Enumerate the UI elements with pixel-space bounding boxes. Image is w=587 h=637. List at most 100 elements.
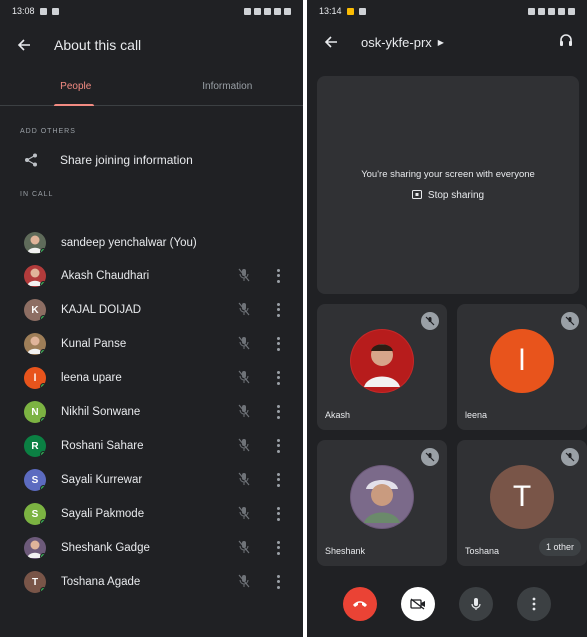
more-vert-icon[interactable] — [274, 370, 282, 386]
participant-name: Sayali Pakmode — [61, 508, 145, 520]
more-vert-icon[interactable] — [274, 574, 282, 590]
sharing-status-text: You're sharing your screen with everyone — [361, 168, 535, 180]
participant-tile[interactable]: Sheshank — [317, 440, 447, 566]
stop-sharing-label: Stop sharing — [427, 190, 485, 201]
participant-name: Roshani Sahare — [61, 440, 144, 452]
tab-people[interactable]: People — [0, 68, 152, 105]
more-vert-icon[interactable] — [274, 438, 282, 454]
online-status-dot — [40, 383, 46, 389]
participant-name: Nikhil Sonwane — [61, 406, 141, 418]
online-status-dot — [40, 281, 46, 287]
tile-name: Sheshank — [325, 546, 366, 556]
more-vert-icon[interactable] — [274, 268, 282, 284]
notification-icon — [346, 7, 354, 15]
participant-name: sandeep yenchalwar (You) — [61, 237, 197, 249]
more-options-button[interactable] — [517, 587, 551, 621]
tile-name: leena — [465, 410, 488, 420]
more-vert-icon[interactable] — [274, 302, 282, 318]
meeting-code[interactable]: osk-ykfe-prx — [361, 35, 432, 50]
avatar-initial: R — [31, 440, 39, 452]
participant-row[interactable]: l leena upare — [0, 361, 303, 395]
end-call-button[interactable] — [343, 587, 377, 621]
screen-sharing-panel: You're sharing your screen with everyone… — [317, 76, 579, 294]
meeting-screen: 13:14 osk-ykfe-prx ▶ You're sharing your… — [307, 0, 587, 637]
camera-off-button[interactable] — [401, 587, 435, 621]
mic-off-icon — [561, 312, 579, 330]
participant-row[interactable]: S Sayali Pakmode — [0, 497, 303, 531]
active-tab-indicator — [54, 104, 94, 106]
online-status-dot — [40, 451, 46, 457]
participant-row[interactable]: Sheshank Gadge — [0, 531, 303, 565]
avatar-initial: N — [31, 406, 39, 418]
other-participants-chip[interactable]: 1 other — [538, 538, 581, 556]
tile-name: Toshana — [465, 546, 500, 556]
participant-row[interactable]: T Toshana Agade — [0, 565, 303, 599]
more-vert-icon[interactable] — [274, 336, 282, 352]
share-label: Share joining information — [60, 153, 193, 167]
mic-off-icon — [238, 370, 252, 386]
avatar — [350, 465, 414, 529]
more-vert-icon[interactable] — [274, 540, 282, 556]
notification-icon — [51, 7, 59, 15]
avatar: l — [24, 367, 46, 389]
avatar: S — [24, 503, 46, 525]
avatar-initial: S — [31, 508, 39, 520]
participant-tile[interactable]: Akash — [317, 304, 447, 430]
mic-off-icon — [238, 574, 252, 590]
status-bar: 13:14 — [307, 0, 587, 22]
participant-name: leena upare — [61, 372, 122, 384]
system-status-icons — [528, 7, 575, 15]
mic-button[interactable] — [459, 587, 493, 621]
status-bar: 13:08 — [0, 0, 303, 22]
online-status-dot — [40, 553, 46, 559]
avatar-initial: l — [33, 372, 37, 384]
participant-row[interactable]: Kunal Panse — [0, 327, 303, 361]
back-arrow-icon[interactable] — [14, 35, 34, 55]
participant-tile[interactable]: T Toshana 1 other — [457, 440, 587, 566]
mic-off-icon — [561, 448, 579, 466]
participant-tile[interactable]: l leena — [457, 304, 587, 430]
more-vert-icon[interactable] — [274, 472, 282, 488]
online-status-dot — [40, 587, 46, 593]
mic-off-icon — [238, 506, 252, 522]
participant-name: Sayali Kurrewar — [61, 474, 143, 486]
headphones-icon[interactable] — [559, 33, 573, 52]
more-vert-icon[interactable] — [274, 506, 282, 522]
share-icon — [24, 153, 40, 167]
notification-icon — [358, 7, 366, 15]
tab-bar: People Information — [0, 68, 303, 106]
avatar: T — [24, 571, 46, 593]
avatar — [24, 265, 46, 287]
participant-row[interactable]: sandeep yenchalwar (You) — [0, 226, 303, 260]
participant-row[interactable]: R Roshani Sahare — [0, 429, 303, 463]
participant-name: Sheshank Gadge — [61, 542, 150, 554]
stop-sharing-button[interactable]: Stop sharing — [411, 189, 485, 202]
in-call-heading: IN CALL — [20, 191, 54, 198]
avatar-initial: K — [31, 304, 39, 316]
mic-off-icon — [238, 302, 252, 318]
online-status-dot — [40, 519, 46, 525]
participant-row[interactable]: S Sayali Kurrewar — [0, 463, 303, 497]
status-time: 13:14 — [319, 6, 342, 16]
participant-row[interactable]: N Nikhil Sonwane — [0, 395, 303, 429]
chevron-right-icon[interactable]: ▶ — [438, 38, 444, 47]
online-status-dot — [40, 315, 46, 321]
mic-off-icon — [238, 336, 252, 352]
tab-information[interactable]: Information — [152, 68, 304, 105]
mic-off-icon — [238, 268, 252, 284]
back-arrow-icon[interactable] — [321, 32, 341, 52]
system-status-icons — [244, 7, 291, 15]
avatar — [24, 232, 46, 254]
avatar: K — [24, 299, 46, 321]
online-status-dot — [40, 485, 46, 491]
notification-icon — [39, 7, 47, 15]
mic-off-icon — [238, 472, 252, 488]
more-vert-icon[interactable] — [274, 404, 282, 420]
online-status-dot — [40, 248, 46, 254]
share-joining-info-button[interactable]: Share joining information — [0, 139, 303, 181]
page-title: About this call — [54, 37, 142, 53]
participant-row[interactable]: K KAJAL DOIJAD — [0, 293, 303, 327]
mic-off-icon — [238, 540, 252, 556]
meeting-app-bar: osk-ykfe-prx ▶ — [307, 22, 587, 62]
participant-row[interactable]: Akash Chaudhari — [0, 259, 303, 293]
